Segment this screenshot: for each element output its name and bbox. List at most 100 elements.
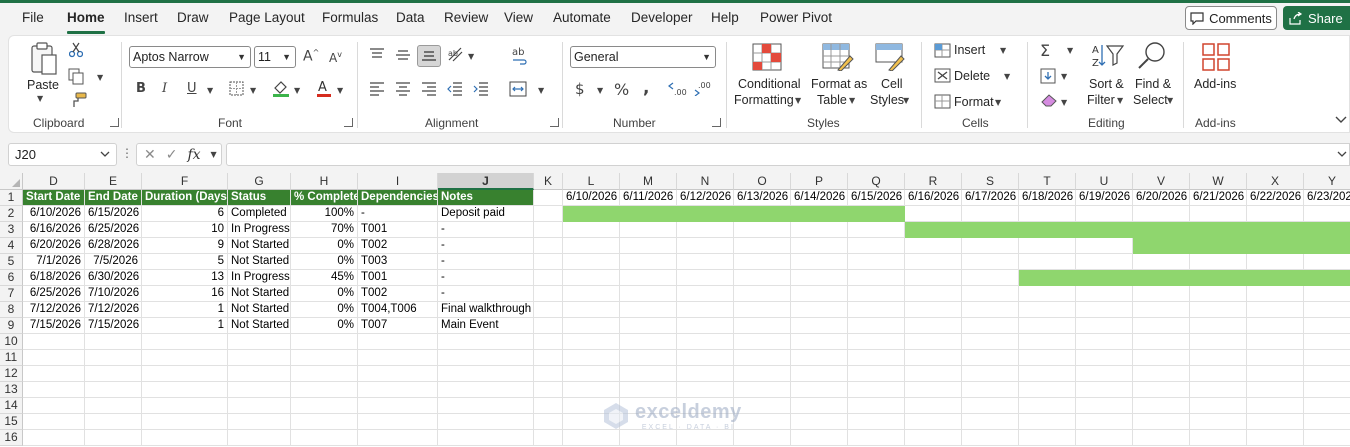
table-cell[interactable]: 6/15/2026 [85, 206, 142, 222]
table-cell[interactable]: Not Started [228, 254, 291, 270]
find-select-label-2[interactable]: Select [1133, 93, 1168, 108]
table-cell[interactable]: 6/25/2026 [23, 286, 85, 302]
empty-cell[interactable] [791, 366, 848, 382]
row-header-4[interactable]: 4 [0, 238, 23, 254]
empty-cell[interactable] [620, 238, 677, 254]
empty-cell[interactable] [291, 414, 358, 430]
empty-cell[interactable] [962, 334, 1019, 350]
empty-cell[interactable] [962, 286, 1019, 302]
empty-cell[interactable] [734, 238, 791, 254]
cell-styles-dropdown-icon[interactable]: ▼ [903, 96, 909, 105]
empty-cell[interactable] [23, 366, 85, 382]
increase-font-size-icon[interactable]: A^ [303, 48, 319, 65]
empty-cell[interactable] [534, 302, 563, 318]
empty-cell[interactable] [962, 270, 1019, 286]
empty-cell[interactable] [962, 430, 1019, 446]
clear-dropdown-icon[interactable]: ▼ [1061, 98, 1067, 107]
empty-cell[interactable] [620, 270, 677, 286]
empty-cell[interactable] [1076, 206, 1133, 222]
empty-cell[interactable] [563, 318, 620, 334]
empty-cell[interactable] [677, 222, 734, 238]
font-color-dropdown-icon[interactable]: ▼ [337, 86, 343, 95]
empty-cell[interactable] [848, 286, 905, 302]
empty-cell[interactable] [1076, 334, 1133, 350]
empty-cell[interactable] [1019, 334, 1076, 350]
empty-cell[interactable] [962, 254, 1019, 270]
empty-cell[interactable] [142, 398, 228, 414]
empty-cell[interactable] [438, 414, 534, 430]
column-header-y[interactable]: Y [1304, 173, 1350, 190]
empty-cell[interactable] [85, 350, 142, 366]
column-header-s[interactable]: S [962, 173, 1019, 190]
table-cell[interactable]: 1 [142, 302, 228, 318]
row-header-6[interactable]: 6 [0, 270, 23, 286]
empty-cell[interactable] [534, 414, 563, 430]
empty-cell[interactable] [791, 254, 848, 270]
empty-cell[interactable] [734, 366, 791, 382]
empty-cell[interactable] [534, 334, 563, 350]
table-cell[interactable]: T002 [358, 238, 438, 254]
empty-cell[interactable] [1019, 414, 1076, 430]
empty-cell[interactable] [291, 382, 358, 398]
format-cells-dropdown-icon[interactable]: ▼ [995, 98, 1001, 107]
table-cell[interactable]: T001 [358, 270, 438, 286]
timeline-date-cell[interactable]: 6/19/2026 [1076, 190, 1133, 206]
increase-indent-icon[interactable] [473, 82, 489, 96]
column-header-j[interactable]: J [438, 173, 534, 190]
timeline-date-cell[interactable]: 6/14/2026 [791, 190, 848, 206]
table-cell[interactable]: T003 [358, 254, 438, 270]
empty-cell[interactable] [620, 382, 677, 398]
empty-cell[interactable] [534, 270, 563, 286]
empty-cell[interactable] [677, 334, 734, 350]
autosum-icon[interactable]: Σ [1040, 41, 1050, 60]
empty-cell[interactable] [905, 350, 962, 366]
empty-cell[interactable] [848, 334, 905, 350]
empty-cell[interactable] [1076, 430, 1133, 446]
tab-insert[interactable]: Insert [124, 10, 158, 25]
empty-cell[interactable] [1019, 318, 1076, 334]
borders-dropdown-icon[interactable]: ▼ [250, 86, 256, 95]
font-size-select[interactable]: 11 ▼ [254, 46, 296, 68]
empty-cell[interactable] [848, 254, 905, 270]
tab-view[interactable]: View [504, 10, 533, 25]
empty-cell[interactable] [534, 382, 563, 398]
empty-cell[interactable] [1019, 350, 1076, 366]
timeline-date-cell[interactable]: 6/20/2026 [1133, 190, 1190, 206]
table-cell[interactable]: Completed [228, 206, 291, 222]
empty-cell[interactable] [23, 382, 85, 398]
empty-cell[interactable] [1304, 254, 1350, 270]
empty-cell[interactable] [734, 318, 791, 334]
empty-cell[interactable] [791, 302, 848, 318]
empty-cell[interactable] [677, 430, 734, 446]
tab-review[interactable]: Review [444, 10, 488, 25]
format-cells-label[interactable]: Format [954, 95, 994, 110]
row-header-11[interactable]: 11 [0, 350, 23, 366]
empty-cell[interactable] [142, 334, 228, 350]
empty-cell[interactable] [1190, 430, 1247, 446]
font-launcher-icon[interactable] [344, 118, 353, 127]
empty-cell[interactable] [1076, 414, 1133, 430]
clipboard-launcher-icon[interactable] [110, 118, 119, 127]
empty-cell[interactable] [142, 382, 228, 398]
empty-cell[interactable] [1190, 302, 1247, 318]
empty-cell[interactable] [534, 430, 563, 446]
empty-cell[interactable] [848, 414, 905, 430]
format-as-table-icon[interactable] [822, 43, 854, 71]
empty-cell[interactable] [1247, 398, 1304, 414]
add-ins-label[interactable]: Add-ins [1194, 77, 1236, 92]
empty-cell[interactable] [734, 398, 791, 414]
empty-cell[interactable] [85, 398, 142, 414]
comments-button[interactable]: Comments [1185, 6, 1277, 30]
empty-cell[interactable] [1190, 350, 1247, 366]
empty-cell[interactable] [1133, 382, 1190, 398]
table-cell[interactable]: 0% [291, 286, 358, 302]
empty-cell[interactable] [1304, 430, 1350, 446]
table-cell[interactable]: In Progress [228, 270, 291, 286]
table-cell[interactable]: T002 [358, 286, 438, 302]
tab-automate[interactable]: Automate [553, 10, 611, 25]
empty-cell[interactable] [677, 366, 734, 382]
empty-cell[interactable] [534, 398, 563, 414]
empty-cell[interactable] [791, 238, 848, 254]
empty-cell[interactable] [534, 206, 563, 222]
alignment-launcher-icon[interactable] [550, 118, 559, 127]
